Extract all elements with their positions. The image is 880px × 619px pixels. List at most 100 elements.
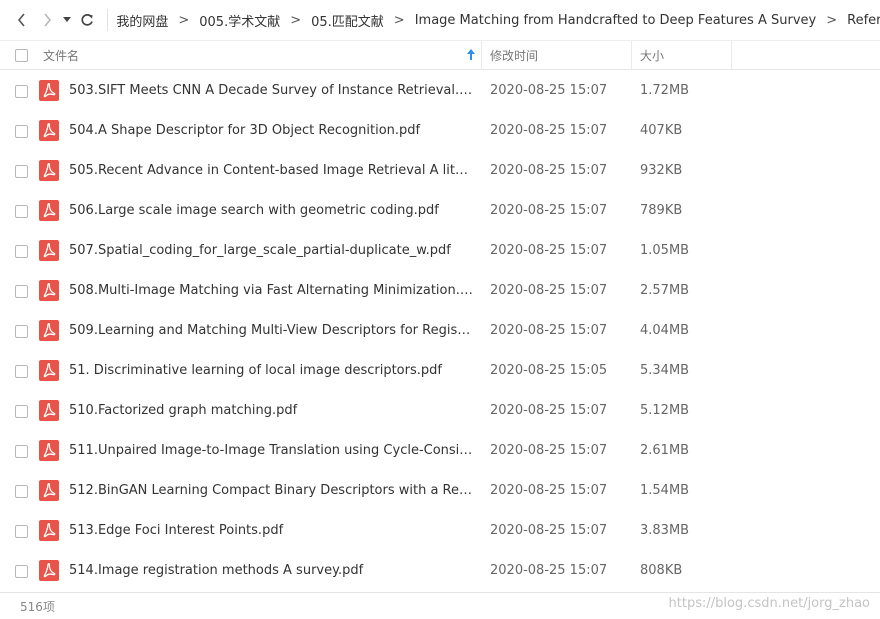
column-header-date[interactable]: 修改时间: [482, 40, 632, 70]
pdf-icon: [39, 480, 59, 501]
file-row[interactable]: 506.Large scale image search with geomet…: [0, 191, 880, 231]
file-row[interactable]: 510.Factorized graph matching.pdf 2020-0…: [0, 391, 880, 431]
file-size: 789KB: [640, 203, 683, 218]
refresh-button[interactable]: [75, 5, 100, 35]
file-name[interactable]: 503.SIFT Meets CNN A Decade Survey of In…: [69, 83, 473, 98]
pdf-icon: [39, 320, 59, 341]
file-name[interactable]: 514.Image registration methods A survey.…: [69, 563, 473, 578]
pdf-icon: [39, 240, 59, 261]
file-checkbox[interactable]: [15, 205, 28, 218]
navigation-bar: 我的网盘 > 005.学术文献 > 05.匹配文献 > Image Matchi…: [0, 0, 880, 40]
file-row[interactable]: 514.Image registration methods A survey.…: [0, 551, 880, 591]
watermark: https://blog.csdn.net/jorg_zhao: [668, 596, 870, 611]
file-checkbox[interactable]: [15, 445, 28, 458]
file-name[interactable]: 510.Factorized graph matching.pdf: [69, 403, 473, 418]
file-row[interactable]: 51. Discriminative learning of local ima…: [0, 351, 880, 391]
pdf-icon: [39, 160, 59, 181]
file-name[interactable]: 51. Discriminative learning of local ima…: [69, 363, 473, 378]
file-checkbox[interactable]: [15, 85, 28, 98]
file-checkbox[interactable]: [15, 485, 28, 498]
file-date: 2020-08-25 15:07: [490, 243, 608, 258]
file-name[interactable]: 508.Multi-Image Matching via Fast Altern…: [69, 283, 473, 298]
file-date: 2020-08-25 15:07: [490, 523, 608, 538]
file-checkbox[interactable]: [15, 325, 28, 338]
file-checkbox[interactable]: [15, 165, 28, 178]
file-date: 2020-08-25 15:07: [490, 163, 608, 178]
file-name[interactable]: 513.Edge Foci Interest Points.pdf: [69, 523, 473, 538]
file-row[interactable]: 503.SIFT Meets CNN A Decade Survey of In…: [0, 71, 880, 111]
breadcrumb-separator: >: [178, 12, 190, 28]
column-header-size[interactable]: 大小: [632, 40, 732, 70]
file-date: 2020-08-25 15:07: [490, 203, 608, 218]
back-button[interactable]: [10, 5, 35, 35]
file-date: 2020-08-25 15:07: [490, 563, 608, 578]
file-checkbox[interactable]: [15, 525, 28, 538]
pdf-icon: [39, 120, 59, 141]
pdf-icon: [39, 440, 59, 461]
nav-divider: [107, 9, 109, 31]
file-checkbox[interactable]: [15, 125, 28, 138]
file-date: 2020-08-25 15:07: [490, 483, 608, 498]
forward-button[interactable]: [35, 5, 60, 35]
file-size: 5.34MB: [640, 363, 690, 378]
refresh-icon: [81, 14, 93, 26]
pdf-icon: [39, 360, 59, 381]
file-checkbox[interactable]: [15, 565, 28, 578]
file-name[interactable]: 507.Spatial_coding_for_large_scale_parti…: [69, 243, 473, 258]
file-date: 2020-08-25 15:07: [490, 283, 608, 298]
file-size: 3.83MB: [640, 523, 690, 538]
breadcrumb-item-folder[interactable]: 005.学术文献: [199, 11, 280, 30]
file-date: 2020-08-25 15:07: [490, 83, 608, 98]
file-name[interactable]: 505.Recent Advance in Content-based Imag…: [69, 163, 473, 178]
breadcrumb: 我的网盘 > 005.学术文献 > 05.匹配文献 > Image Matchi…: [116, 11, 880, 30]
file-row[interactable]: 504.A Shape Descriptor for 3D Object Rec…: [0, 111, 880, 151]
file-row[interactable]: 511.Unpaired Image-to-Image Translation …: [0, 431, 880, 471]
breadcrumb-item-folder[interactable]: 05.匹配文献: [311, 11, 384, 30]
file-size: 4.04MB: [640, 323, 690, 338]
file-checkbox[interactable]: [15, 365, 28, 378]
file-list-header: 文件名 修改时间 大小: [0, 40, 880, 70]
file-size: 2.57MB: [640, 283, 690, 298]
breadcrumb-separator: >: [826, 12, 838, 28]
file-size: 2.61MB: [640, 443, 690, 458]
history-dropdown-button[interactable]: [59, 5, 74, 35]
column-header-size-label: 大小: [640, 48, 665, 63]
file-row[interactable]: 505.Recent Advance in Content-based Imag…: [0, 151, 880, 191]
pdf-icon: [39, 520, 59, 541]
status-bar: 516项 https://blog.csdn.net/jorg_zhao: [0, 592, 880, 619]
file-row[interactable]: 507.Spatial_coding_for_large_scale_parti…: [0, 231, 880, 271]
file-name[interactable]: 506.Large scale image search with geomet…: [69, 203, 473, 218]
breadcrumb-separator: >: [290, 12, 302, 28]
chevron-left-icon: [18, 13, 25, 27]
file-checkbox[interactable]: [15, 245, 28, 258]
file-name[interactable]: 512.BinGAN Learning Compact Binary Descr…: [69, 483, 473, 498]
file-date: 2020-08-25 15:07: [490, 323, 608, 338]
file-size: 808KB: [640, 563, 683, 578]
file-row[interactable]: 509.Learning and Matching Multi-View Des…: [0, 311, 880, 351]
breadcrumb-item-folder[interactable]: Image Matching from Handcrafted to Deep …: [415, 13, 817, 28]
file-size: 1.54MB: [640, 483, 690, 498]
file-checkbox[interactable]: [15, 405, 28, 418]
pdf-icon: [39, 560, 59, 581]
file-row[interactable]: 513.Edge Foci Interest Points.pdf 2020-0…: [0, 511, 880, 551]
file-size: 407KB: [640, 123, 683, 138]
breadcrumb-item-current[interactable]: References: [847, 13, 880, 28]
file-row[interactable]: 508.Multi-Image Matching via Fast Altern…: [0, 271, 880, 311]
chevron-right-icon: [44, 13, 52, 27]
caret-down-icon: [63, 17, 72, 22]
file-name[interactable]: 504.A Shape Descriptor for 3D Object Rec…: [69, 123, 473, 138]
pdf-icon: [39, 80, 59, 101]
pdf-icon: [39, 200, 59, 221]
file-name[interactable]: 509.Learning and Matching Multi-View Des…: [69, 323, 473, 338]
file-size: 1.05MB: [640, 243, 690, 258]
file-date: 2020-08-25 15:07: [490, 443, 608, 458]
file-row[interactable]: 512.BinGAN Learning Compact Binary Descr…: [0, 471, 880, 511]
file-date: 2020-08-25 15:07: [490, 123, 608, 138]
file-checkbox[interactable]: [15, 285, 28, 298]
column-header-name[interactable]: 文件名: [0, 40, 482, 70]
item-count: 516项: [20, 599, 55, 614]
column-header-name-label: 文件名: [43, 48, 80, 63]
breadcrumb-item-root[interactable]: 我的网盘: [116, 11, 168, 30]
file-name[interactable]: 511.Unpaired Image-to-Image Translation …: [69, 443, 473, 458]
column-header-date-label: 修改时间: [490, 48, 539, 63]
